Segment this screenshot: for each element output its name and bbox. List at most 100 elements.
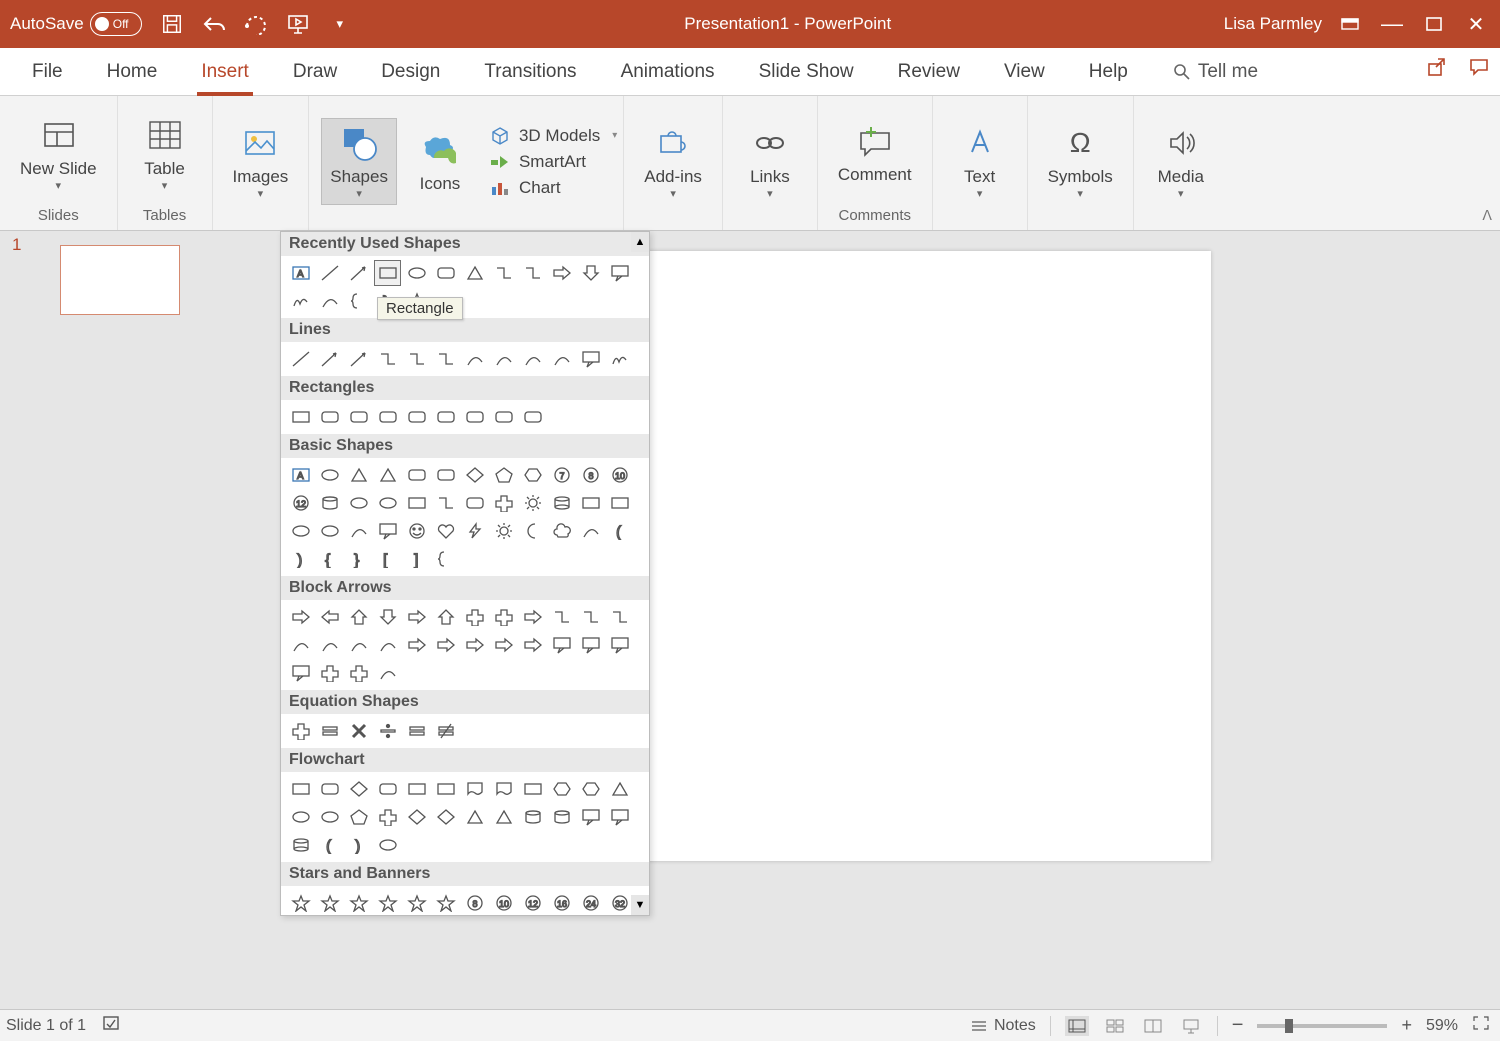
shape-block-26[interactable]: [345, 660, 372, 686]
shape-lines-4[interactable]: [403, 346, 430, 372]
slide-canvas[interactable]: [569, 251, 1211, 861]
shape-flowchart-4[interactable]: [403, 776, 430, 802]
tab-home[interactable]: Home: [85, 51, 180, 95]
shape-flowchart-12[interactable]: [287, 804, 314, 830]
shape-lines-1[interactable]: [316, 346, 343, 372]
shape-block-5[interactable]: [432, 604, 459, 630]
shape-stars-1[interactable]: [316, 890, 343, 916]
shape-basic-24[interactable]: [287, 518, 314, 544]
shape-basic-7[interactable]: [490, 462, 517, 488]
shape-basic-31[interactable]: [490, 518, 517, 544]
new-slide-button[interactable]: New Slide ▾: [12, 111, 105, 196]
images-button[interactable]: Images ▾: [225, 119, 297, 204]
shape-basic-34[interactable]: [577, 518, 604, 544]
shape-stars-0[interactable]: [287, 890, 314, 916]
shape-flowchart-24[interactable]: [287, 832, 314, 858]
tab-review[interactable]: Review: [876, 51, 982, 95]
notes-button[interactable]: Notes: [970, 1017, 1036, 1035]
redo-icon[interactable]: [244, 12, 268, 36]
shape-block-22[interactable]: [577, 632, 604, 658]
tab-animations[interactable]: Animations: [599, 51, 737, 95]
symbols-button[interactable]: Ω Symbols ▾: [1040, 119, 1121, 204]
shape-block-18[interactable]: [461, 632, 488, 658]
comment-button[interactable]: Comment: [830, 117, 920, 189]
shape-stars-9[interactable]: 16: [548, 890, 575, 916]
shape-flowchart-1[interactable]: [316, 776, 343, 802]
shape-stars-8[interactable]: 12: [519, 890, 546, 916]
shape-lines-10[interactable]: [577, 346, 604, 372]
shape-rectangles-8[interactable]: [519, 404, 546, 430]
shape-flowchart-23[interactable]: [606, 804, 633, 830]
shape-lines-8[interactable]: [519, 346, 546, 372]
maximize-icon[interactable]: [1420, 10, 1448, 38]
shape-flowchart-20[interactable]: [519, 804, 546, 830]
shape-block-25[interactable]: [316, 660, 343, 686]
shape-stars-2[interactable]: [345, 890, 372, 916]
shape-block-17[interactable]: [432, 632, 459, 658]
shape-flowchart-18[interactable]: [461, 804, 488, 830]
shape-basic-20[interactable]: [519, 490, 546, 516]
shape-flowchart-10[interactable]: [577, 776, 604, 802]
shape-block-16[interactable]: [403, 632, 430, 658]
shape-rectangles-7[interactable]: [490, 404, 517, 430]
shape-equation-1[interactable]: [316, 718, 343, 744]
shape-flowchart-14[interactable]: [345, 804, 372, 830]
shape-block-20[interactable]: [519, 632, 546, 658]
shape-lines-6[interactable]: [461, 346, 488, 372]
shape-recent-6[interactable]: [461, 260, 488, 286]
shape-basic-32[interactable]: [519, 518, 546, 544]
shape-equation-2[interactable]: [345, 718, 372, 744]
shape-flowchart-2[interactable]: [345, 776, 372, 802]
shape-basic-36[interactable]: ): [287, 546, 314, 572]
shape-recent-10[interactable]: [577, 260, 604, 286]
shape-basic-3[interactable]: [374, 462, 401, 488]
shape-recent-11[interactable]: [606, 260, 633, 286]
shape-basic-25[interactable]: [316, 518, 343, 544]
shape-basic-19[interactable]: [490, 490, 517, 516]
tab-slide-show[interactable]: Slide Show: [737, 51, 876, 95]
shape-recent-2[interactable]: [345, 260, 372, 286]
zoom-level[interactable]: 59%: [1426, 1017, 1458, 1035]
close-icon[interactable]: ✕: [1462, 10, 1490, 38]
smartart-button[interactable]: SmartArt: [489, 152, 617, 172]
gallery-scroll-down[interactable]: ▼: [631, 895, 649, 915]
comments-icon[interactable]: [1468, 56, 1490, 83]
shape-basic-26[interactable]: [345, 518, 372, 544]
customize-qat-icon[interactable]: ▾: [328, 12, 352, 36]
shape-stars-6[interactable]: 8: [461, 890, 488, 916]
shape-basic-39[interactable]: [: [374, 546, 401, 572]
shape-block-2[interactable]: [345, 604, 372, 630]
shape-basic-5[interactable]: [432, 462, 459, 488]
shape-flowchart-16[interactable]: [403, 804, 430, 830]
shape-block-27[interactable]: [374, 660, 401, 686]
tab-help[interactable]: Help: [1067, 51, 1150, 95]
shape-recent-4[interactable]: [403, 260, 430, 286]
shape-equation-4[interactable]: [403, 718, 430, 744]
shape-basic-1[interactable]: [316, 462, 343, 488]
user-name[interactable]: Lisa Parmley: [1224, 14, 1322, 34]
shape-block-8[interactable]: [519, 604, 546, 630]
shape-basic-16[interactable]: [403, 490, 430, 516]
shape-rectangles-5[interactable]: [432, 404, 459, 430]
shape-basic-12[interactable]: 12: [287, 490, 314, 516]
shape-lines-5[interactable]: [432, 346, 459, 372]
shape-recent-8[interactable]: [519, 260, 546, 286]
shape-block-1[interactable]: [316, 604, 343, 630]
undo-icon[interactable]: [202, 12, 226, 36]
shape-rectangles-0[interactable]: [287, 404, 314, 430]
shape-block-21[interactable]: [548, 632, 575, 658]
shape-recent-7[interactable]: [490, 260, 517, 286]
slide-thumbnails-pane[interactable]: 1: [0, 231, 280, 1009]
shape-stars-4[interactable]: [403, 890, 430, 916]
collapse-ribbon-icon[interactable]: ᐱ: [1482, 207, 1492, 224]
shapes-button[interactable]: Shapes ▾: [321, 118, 397, 205]
shape-flowchart-22[interactable]: [577, 804, 604, 830]
shape-basic-22[interactable]: [577, 490, 604, 516]
toggle-switch[interactable]: Off: [90, 12, 142, 36]
fit-to-window-icon[interactable]: [1472, 1015, 1490, 1036]
shape-flowchart-21[interactable]: [548, 804, 575, 830]
shape-basic-8[interactable]: [519, 462, 546, 488]
shape-basic-2[interactable]: [345, 462, 372, 488]
shape-basic-29[interactable]: [432, 518, 459, 544]
shape-basic-15[interactable]: [374, 490, 401, 516]
